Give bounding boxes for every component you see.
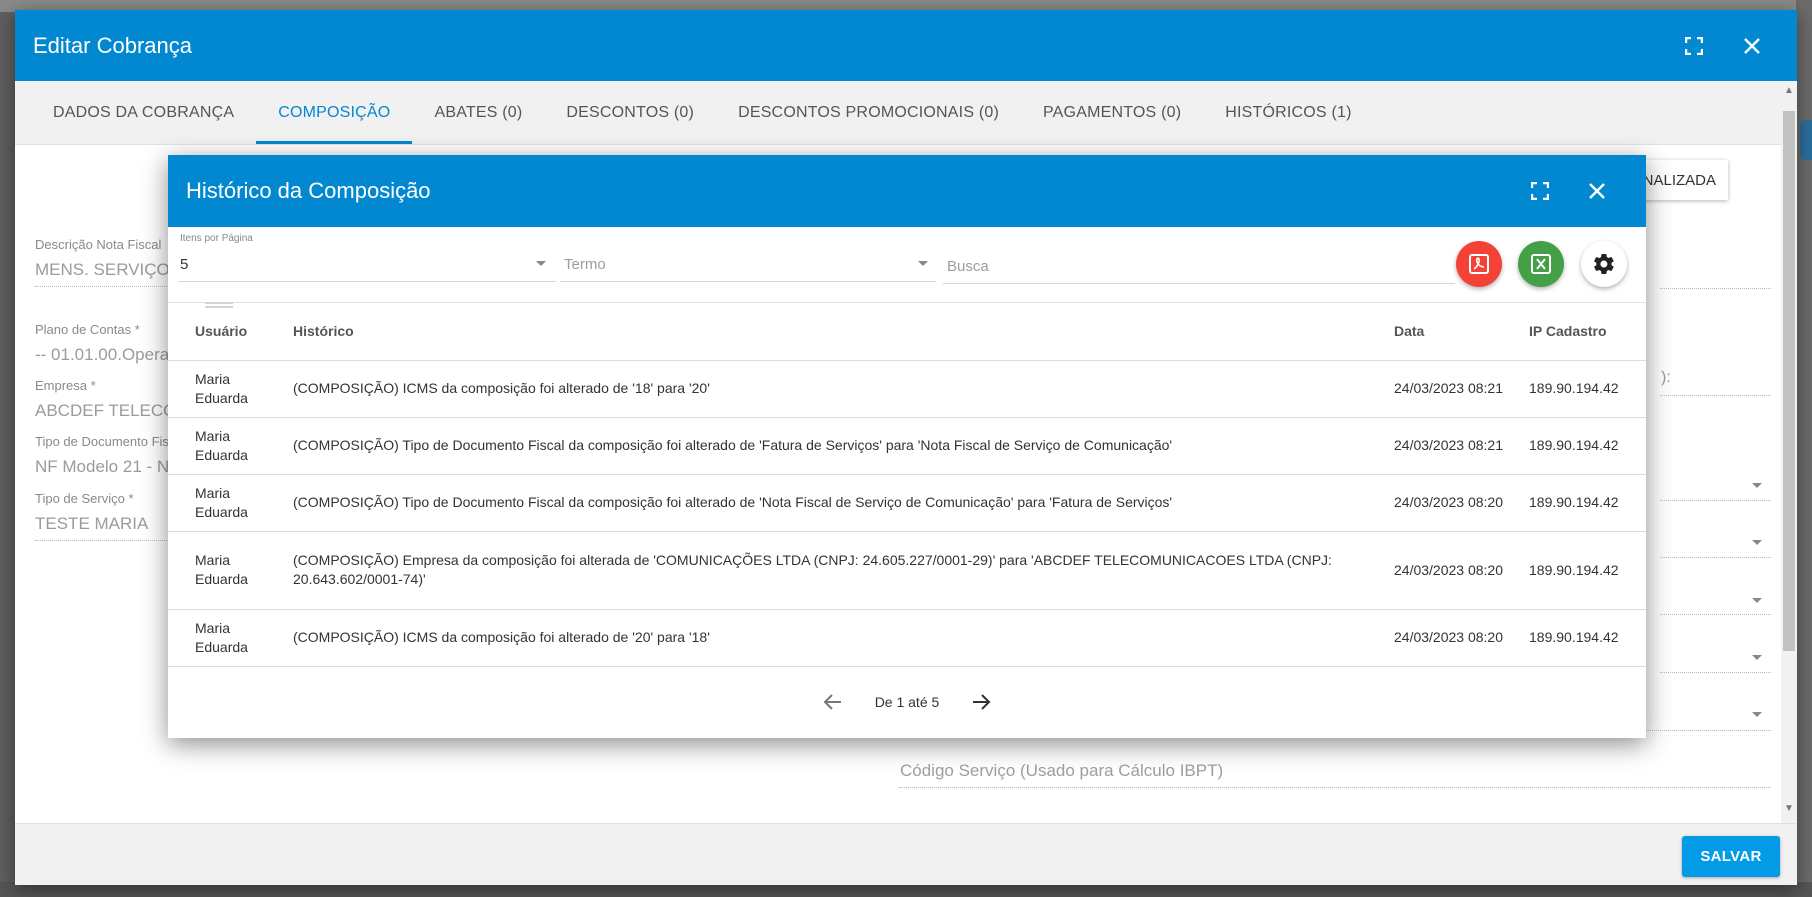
history-toolbar: Itens por Página 5 Termo Busca (168, 227, 1646, 308)
right-field-underline (1660, 614, 1771, 615)
cell-usuario: Maria Eduarda (168, 417, 285, 475)
busca-input[interactable]: Busca (943, 227, 1455, 297)
dropdown-caret-icon[interactable] (1752, 540, 1762, 545)
cell-data: 24/03/2023 08:20 (1386, 474, 1521, 532)
fullscreen-icon[interactable] (1528, 179, 1552, 203)
right-field-underline (1660, 288, 1771, 289)
close-icon[interactable] (1585, 179, 1609, 203)
pdf-icon (1469, 254, 1489, 274)
chevron-down-icon (536, 261, 546, 266)
cell-ip: 189.90.194.42 (1521, 609, 1646, 667)
dropdown-caret-icon[interactable] (1752, 712, 1762, 717)
table-row[interactable]: Maria Eduarda (COMPOSIÇÃO) ICMS da compo… (168, 609, 1646, 667)
close-icon[interactable] (1740, 34, 1764, 58)
dialog-footer: SALVAR (15, 823, 1797, 885)
table-row[interactable]: Maria Eduarda (COMPOSIÇÃO) Tipo de Docum… (168, 474, 1646, 532)
chevron-down-icon (918, 261, 928, 266)
tab-composicao[interactable]: COMPOSIÇÃO (256, 81, 413, 144)
dropdown-caret-icon[interactable] (1752, 598, 1762, 603)
cell-historico: (COMPOSIÇÃO) Tipo de Documento Fiscal da… (285, 417, 1386, 475)
cell-data: 24/03/2023 08:21 (1386, 417, 1521, 475)
right-field-partial-label: ): (1661, 369, 1671, 386)
codigo-servico-input[interactable]: Código Serviço (Usado para Cálculo IBPT) (900, 761, 1223, 781)
scroll-up-icon[interactable]: ▲ (1784, 85, 1794, 96)
history-dialog-title: Histórico da Composição (186, 178, 431, 203)
pagination-label: De 1 até 5 (874, 693, 940, 710)
export-pdf-button[interactable] (1456, 241, 1502, 287)
cell-data: 24/03/2023 08:21 (1386, 360, 1521, 418)
column-header-usuario[interactable]: Usuário (168, 303, 285, 361)
history-table: Usuário Histórico Data IP Cadastro Maria… (168, 303, 1646, 667)
column-header-data[interactable]: Data (1386, 303, 1521, 361)
cell-ip: 189.90.194.42 (1521, 360, 1646, 418)
scroll-down-icon[interactable]: ▼ (1784, 803, 1794, 814)
tab-historicos[interactable]: HISTÓRICOS (1) (1203, 81, 1373, 144)
input-underline (943, 283, 1455, 284)
tab-dados-da-cobranca[interactable]: DADOS DA COBRANÇA (31, 81, 256, 144)
cell-usuario: Maria Eduarda (168, 531, 285, 610)
gear-icon (1594, 253, 1614, 275)
cell-data: 24/03/2023 08:20 (1386, 609, 1521, 667)
cell-data: 24/03/2023 08:20 (1386, 531, 1521, 610)
column-header-historico[interactable]: Histórico (285, 303, 1386, 361)
tab-descontos[interactable]: DESCONTOS (0) (544, 81, 716, 144)
cell-ip: 189.90.194.42 (1521, 417, 1646, 475)
right-field-underline (1660, 557, 1771, 558)
settings-button[interactable] (1581, 241, 1627, 287)
next-page-icon[interactable] (967, 688, 995, 716)
composition-history-dialog: Histórico da Composição Itens por Página… (168, 155, 1646, 738)
scrollbar-thumb[interactable] (1783, 111, 1795, 651)
cell-usuario: Maria Eduarda (168, 360, 285, 418)
termo-placeholder: Termo (564, 256, 606, 273)
export-excel-button[interactable] (1518, 241, 1564, 287)
cell-historico: (COMPOSIÇÃO) Tipo de Documento Fiscal da… (285, 474, 1386, 532)
dropdown-caret-icon[interactable] (1752, 655, 1762, 660)
tab-pagamentos[interactable]: PAGAMENTOS (0) (1021, 81, 1203, 144)
tab-bar: DADOS DA COBRANÇA COMPOSIÇÃO ABATES (0) … (15, 81, 1797, 145)
cell-historico: (COMPOSIÇÃO) ICMS da composição foi alte… (285, 609, 1386, 667)
dialog-title: Editar Cobrança (33, 32, 192, 58)
save-button[interactable]: SALVAR (1682, 836, 1780, 877)
background-app-edge (1796, 0, 1812, 897)
dropdown-caret-icon[interactable] (1752, 483, 1762, 488)
select-underline (178, 281, 556, 282)
excel-icon (1531, 254, 1551, 274)
termo-select[interactable]: Termo (560, 227, 936, 297)
table-row[interactable]: Maria Eduarda (COMPOSIÇÃO) ICMS da compo… (168, 360, 1646, 418)
select-underline (560, 281, 936, 282)
tab-abates[interactable]: ABATES (0) (412, 81, 544, 144)
cell-ip: 189.90.194.42 (1521, 531, 1646, 610)
cell-historico: (COMPOSIÇÃO) Empresa da composição foi a… (285, 531, 1386, 610)
right-field-underline (1660, 672, 1771, 673)
cell-ip: 189.90.194.42 (1521, 474, 1646, 532)
dialog-header: Editar Cobrança (15, 10, 1797, 81)
fullscreen-icon[interactable] (1682, 34, 1706, 58)
main-scrollbar[interactable]: ▲ ▼ (1781, 81, 1797, 823)
background-blue-element (1800, 120, 1812, 160)
pagination: De 1 até 5 (168, 667, 1646, 737)
right-field-underline (1660, 395, 1771, 396)
cell-historico: (COMPOSIÇÃO) ICMS da composição foi alte… (285, 360, 1386, 418)
items-per-page-select[interactable]: Itens por Página 5 (168, 227, 556, 297)
cell-usuario: Maria Eduarda (168, 474, 285, 532)
tab-descontos-promocionais[interactable]: DESCONTOS PROMOCIONAIS (0) (716, 81, 1021, 144)
cell-usuario: Maria Eduarda (168, 609, 285, 667)
table-row[interactable]: Maria Eduarda (COMPOSIÇÃO) Empresa da co… (168, 531, 1646, 610)
table-header-row: Usuário Histórico Data IP Cadastro (168, 303, 1646, 361)
column-header-ip-cadastro[interactable]: IP Cadastro (1521, 303, 1646, 361)
column-resize-handle[interactable] (205, 302, 233, 308)
codigo-servico-underline (899, 787, 1771, 788)
table-row[interactable]: Maria Eduarda (COMPOSIÇÃO) Tipo de Docum… (168, 417, 1646, 475)
items-per-page-value: 5 (180, 256, 189, 273)
right-field-underline (1660, 500, 1771, 501)
items-per-page-label: Itens por Página (180, 233, 253, 244)
previous-page-icon[interactable] (819, 688, 847, 716)
history-dialog-header: Histórico da Composição (168, 155, 1646, 227)
busca-placeholder: Busca (947, 258, 989, 275)
